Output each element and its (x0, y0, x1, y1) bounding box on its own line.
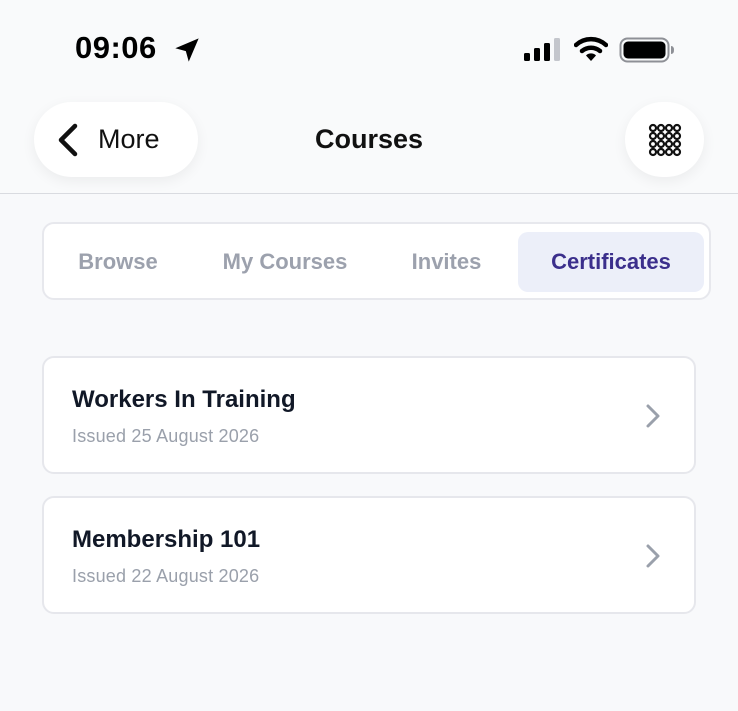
tab-my-courses[interactable]: My Courses (204, 232, 366, 292)
tab-browse[interactable]: Browse (58, 232, 178, 292)
certificate-card[interactable]: Workers In Training Issued 25 August 202… (42, 356, 696, 474)
wifi-icon (574, 36, 608, 61)
navigation-header: More Courses (0, 96, 738, 194)
tab-certificates[interactable]: Certificates (518, 232, 704, 292)
certificate-title: Membership 101 (72, 526, 261, 553)
battery-icon (619, 37, 674, 63)
status-bar: 09:06 (0, 0, 738, 96)
certificate-card[interactable]: Membership 101 Issued 22 August 2026 (42, 496, 696, 614)
cellular-signal-icon (524, 38, 560, 61)
grid-menu-button[interactable] (625, 102, 704, 177)
certificate-issued-date: Issued 25 August 2026 (72, 426, 260, 446)
tab-invites[interactable]: Invites (394, 232, 499, 292)
certificate-issued-date: Issued 22 August 2026 (72, 566, 260, 586)
location-arrow-icon (175, 38, 199, 62)
segmented-tabs: Browse My Courses Invites Certificates (42, 222, 711, 300)
status-time: 09:06 (75, 30, 157, 65)
chevron-right-icon (646, 544, 660, 568)
chevron-right-icon (646, 404, 660, 428)
screen: 09:06 More Courses Browse My Courses Inv… (0, 0, 738, 711)
certificate-title: Workers In Training (72, 386, 296, 413)
grid-menu-icon (648, 123, 681, 156)
